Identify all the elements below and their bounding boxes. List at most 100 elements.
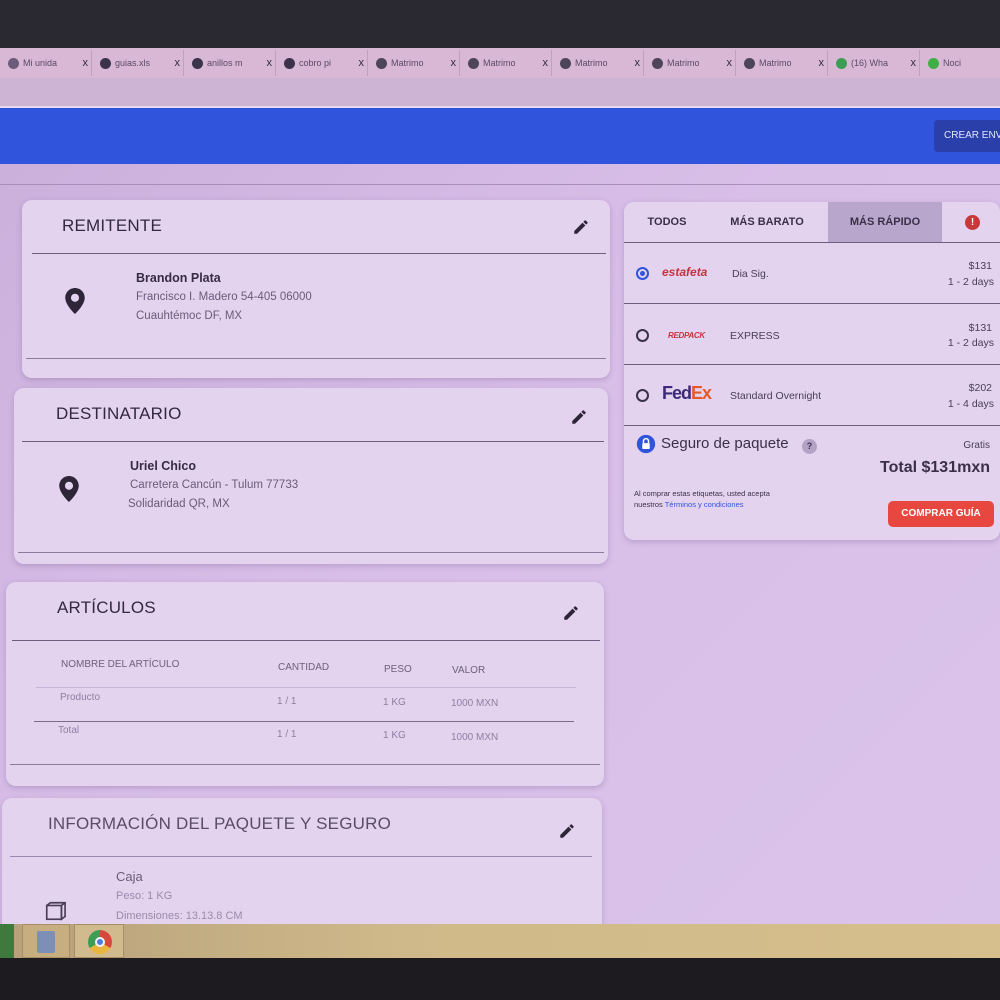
close-tab-icon[interactable]: x: [635, 57, 641, 69]
rate-row-divider: [624, 425, 1000, 426]
close-tab-icon[interactable]: x: [83, 57, 89, 69]
fedex-logo-fed: Fed: [662, 383, 692, 403]
item-quantity-cell: 1 / 1: [277, 696, 297, 707]
header-divider: [0, 184, 1000, 185]
item-weight-cell: 1 KG: [383, 697, 406, 708]
edit-sender-icon[interactable]: [572, 218, 590, 236]
taskbar-app-icon[interactable]: [0, 924, 14, 958]
globe-icon: [744, 57, 755, 69]
browser-tab[interactable]: Mi unida x: [8, 50, 92, 76]
edit-recipient-icon[interactable]: [570, 408, 588, 426]
recipient-bottom-divider: [18, 552, 604, 553]
service-name: EXPRESS: [730, 330, 780, 342]
browser-address-bar[interactable]: [0, 78, 1000, 108]
total-value-cell: 1000 MXN: [451, 732, 499, 743]
browser-tab[interactable]: Matrimo x: [468, 50, 552, 76]
tab-mas-barato[interactable]: MÁS BARATO: [722, 202, 812, 242]
total-label-cell: Total: [58, 725, 80, 736]
close-tab-icon[interactable]: x: [543, 57, 549, 69]
service-name: Dia Sig.: [732, 268, 769, 280]
service-price: $202: [968, 382, 992, 394]
edit-package-icon[interactable]: [558, 822, 576, 840]
browser-tab[interactable]: (16) Wha x: [836, 50, 920, 76]
terms-text: Al comprar estas etiquetas, usted acepta…: [634, 488, 774, 510]
close-tab-icon[interactable]: x: [175, 57, 181, 69]
edit-items-icon[interactable]: [562, 604, 580, 622]
redpack-logo: REDPACK: [668, 331, 705, 340]
browser-tab[interactable]: anillos m x: [192, 50, 276, 76]
sender-title: REMITENTE: [62, 216, 163, 235]
close-tab-icon[interactable]: x: [727, 57, 733, 69]
browser-tab[interactable]: Matrimo x: [744, 50, 828, 76]
doc-icon: [284, 57, 295, 69]
fedex-logo-ex: Ex: [691, 383, 712, 403]
service-days: 1 - 4 days: [947, 398, 994, 410]
browser-tab[interactable]: Matrimo x: [652, 50, 736, 76]
alert-icon[interactable]: !: [965, 215, 980, 230]
sender-address-line1: Francisco I. Madero 54-405 06000: [136, 291, 312, 303]
close-tab-icon[interactable]: x: [359, 57, 365, 69]
globe-icon: [468, 57, 479, 69]
radio-unselected[interactable]: [636, 329, 649, 342]
service-days: 1 - 2 days: [947, 276, 994, 288]
recipient-title-divider: [22, 441, 604, 442]
browser-tab[interactable]: cobro pi x: [284, 50, 368, 76]
buy-label-button[interactable]: COMPRAR GUÍA: [888, 501, 994, 527]
close-tab-icon[interactable]: x: [911, 57, 917, 69]
doc-icon: [192, 57, 203, 69]
browser-tab-label: Noci: [943, 58, 962, 68]
rate-option-estafeta[interactable]: estafeta Dia Sig. $131 1 - 2 days: [624, 243, 1000, 303]
item-name-cell: Producto: [60, 692, 101, 703]
service-days: 1 - 2 days: [947, 337, 994, 349]
recipient-name: Uriel Chico: [130, 459, 196, 473]
rate-option-redpack[interactable]: REDPACK EXPRESS $131 1 - 2 days: [624, 304, 1000, 364]
globe-icon: [376, 57, 387, 69]
package-weight: Peso: 1 KG: [116, 890, 173, 902]
browser-tab-bar: Mi unida x guias.xls x anillos m x cobro pi x Ma…: [0, 48, 1000, 78]
total-weight-cell: 1 KG: [383, 730, 406, 741]
package-type: Caja: [116, 869, 143, 884]
globe-icon: [652, 57, 663, 69]
rate-option-fedex[interactable]: FedEx Standard Overnight $202 1 - 4 days: [624, 365, 1000, 425]
help-icon[interactable]: ?: [802, 439, 817, 454]
create-shipment-button[interactable]: CREAR ENV: [934, 120, 1000, 152]
radio-unselected[interactable]: [636, 389, 649, 402]
tab-todos[interactable]: TODOS: [634, 202, 700, 242]
browser-tab[interactable]: Matrimo x: [560, 50, 644, 76]
browser-tab-label: Matrimo: [483, 58, 516, 68]
item-value-cell: 1000 MXN: [451, 698, 499, 709]
close-tab-icon[interactable]: x: [819, 57, 825, 69]
column-header-value: VALOR: [452, 665, 486, 676]
sender-card: REMITENTE Brandon Plata Francisco I. Mad…: [22, 200, 610, 378]
location-pin-icon: [59, 476, 79, 502]
whatsapp-icon: [836, 57, 847, 69]
tab-mas-rapido[interactable]: MÁS RÁPIDO: [828, 202, 942, 242]
chrome-app-icon[interactable]: [74, 924, 124, 958]
sender-bottom-divider: [26, 358, 606, 359]
sender-title-divider: [32, 253, 606, 254]
recipient-address-line1: Carretera Cancún - Tulum 77733: [130, 479, 299, 491]
doc-icon: [100, 57, 111, 69]
monitor-bezel-top: [0, 0, 1000, 48]
browser-tab[interactable]: guias.xls x: [100, 50, 184, 76]
monitor-bezel-bottom: [0, 958, 1000, 1000]
browser-tab[interactable]: Matrimo x: [376, 50, 460, 76]
items-title: ARTÍCULOS: [57, 598, 156, 617]
browser-tab-label: (16) Wha: [851, 58, 889, 68]
drive-icon: [8, 57, 19, 69]
column-header-quantity: CANTIDAD: [278, 662, 330, 673]
insurance-label: Seguro de paquete: [661, 435, 789, 452]
column-header-name: NOMBRE DEL ARTÍCULO: [61, 659, 180, 670]
recipient-address-line2: Solidaridad QR, MX: [128, 498, 230, 510]
browser-tab-label: guias.xls: [115, 58, 151, 68]
files-app-icon[interactable]: [22, 924, 70, 958]
browser-tab-label: Matrimo: [391, 58, 424, 68]
total-price: Total $131mxn: [880, 459, 990, 476]
close-tab-icon[interactable]: x: [267, 57, 273, 69]
browser-tab[interactable]: Nocix: [928, 50, 1000, 76]
radio-selected[interactable]: [636, 267, 649, 280]
close-tab-icon[interactable]: x: [451, 57, 457, 69]
terms-link[interactable]: Términos y condiciones: [665, 500, 744, 509]
lock-icon: [636, 434, 656, 454]
items-bottom-divider: [10, 764, 600, 765]
